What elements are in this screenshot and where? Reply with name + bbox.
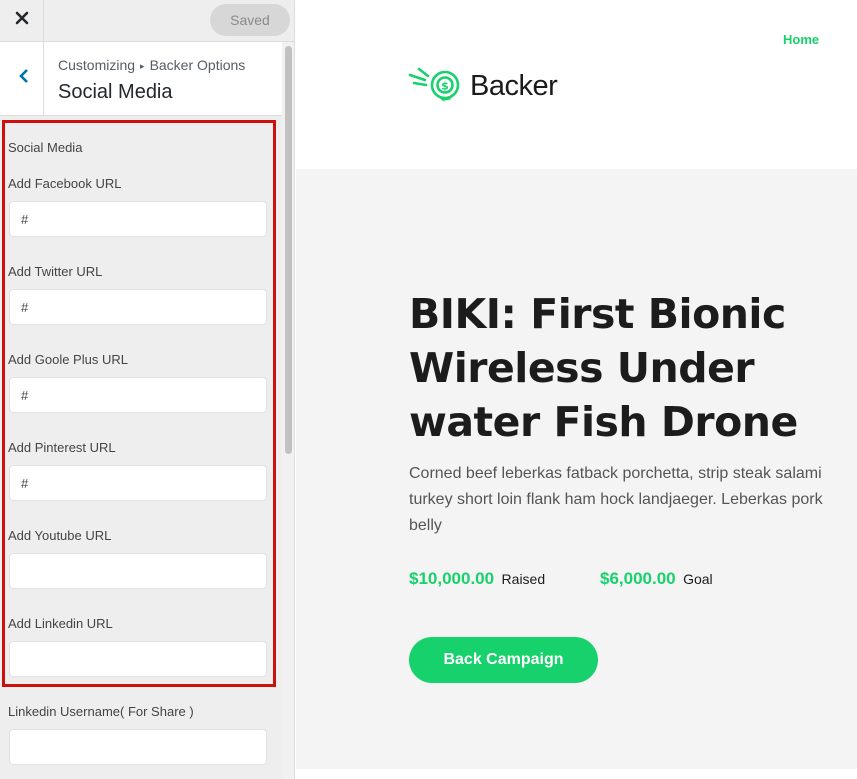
breadcrumb-parent: Backer Options bbox=[149, 57, 246, 73]
goal-amount: $6,000.00 bbox=[600, 569, 676, 588]
twitter-url-label: Add Twitter URL bbox=[8, 264, 103, 279]
saved-button[interactable]: Saved bbox=[210, 4, 290, 36]
raised-label: Raised bbox=[501, 571, 546, 587]
breadcrumb-root: Customizing bbox=[58, 57, 136, 73]
section-header: Customizing ▸ Backer Options Social Media bbox=[0, 42, 282, 116]
breadcrumb-separator: ▸ bbox=[140, 61, 145, 71]
google-plus-url-label: Add Goole Plus URL bbox=[8, 352, 128, 367]
hero-section: BIKI: First Bionic Wireless Under water … bbox=[296, 169, 857, 769]
close-button[interactable] bbox=[0, 0, 44, 41]
goal-stat: $6,000.00 Goal bbox=[600, 569, 713, 589]
customizer-header: Saved bbox=[0, 0, 294, 42]
linkedin-username-input[interactable] bbox=[9, 729, 267, 765]
facebook-url-label: Add Facebook URL bbox=[8, 176, 122, 191]
back-campaign-button[interactable]: Back Campaign bbox=[409, 637, 598, 683]
pinterest-url-input[interactable] bbox=[9, 465, 267, 501]
youtube-url-input[interactable] bbox=[9, 553, 267, 589]
nav-home-link[interactable]: Home bbox=[783, 32, 819, 47]
site-logo[interactable]: $ Backer bbox=[408, 66, 558, 107]
hero-description: Corned beef leberkas fatback porchetta, … bbox=[409, 465, 823, 534]
google-plus-url-input[interactable] bbox=[9, 377, 267, 413]
linkedin-username-label: Linkedin Username( For Share ) bbox=[8, 704, 194, 719]
breadcrumb: Customizing ▸ Backer Options bbox=[58, 57, 245, 73]
sidebar-scrollbar-thumb[interactable] bbox=[285, 46, 292, 454]
close-icon bbox=[15, 11, 29, 30]
chevron-left-icon bbox=[18, 68, 30, 89]
group-label: Social Media bbox=[8, 140, 83, 155]
raised-stat: $10,000.00 Raised bbox=[409, 569, 545, 589]
customizer-sidebar: Saved Customizing ▸ Backer Options Social … bbox=[0, 0, 295, 779]
linkedin-url-label: Add Linkedin URL bbox=[8, 616, 113, 631]
svg-text:$: $ bbox=[441, 80, 449, 93]
goal-label: Goal bbox=[683, 571, 713, 587]
site-preview: Home $ Backer BIKI: First Bionic Wireles… bbox=[296, 0, 857, 779]
section-title: Social Media bbox=[58, 81, 173, 103]
back-button[interactable] bbox=[0, 42, 44, 115]
twitter-url-input[interactable] bbox=[9, 289, 267, 325]
hero-title: BIKI: First Bionic Wireless Under water … bbox=[409, 290, 798, 446]
facebook-url-input[interactable] bbox=[9, 201, 267, 237]
youtube-url-label: Add Youtube URL bbox=[8, 528, 112, 543]
rocket-coin-icon: $ bbox=[408, 66, 464, 107]
raised-amount: $10,000.00 bbox=[409, 569, 495, 588]
pinterest-url-label: Add Pinterest URL bbox=[8, 440, 116, 455]
logo-text: Backer bbox=[470, 70, 558, 102]
linkedin-url-input[interactable] bbox=[9, 641, 267, 677]
